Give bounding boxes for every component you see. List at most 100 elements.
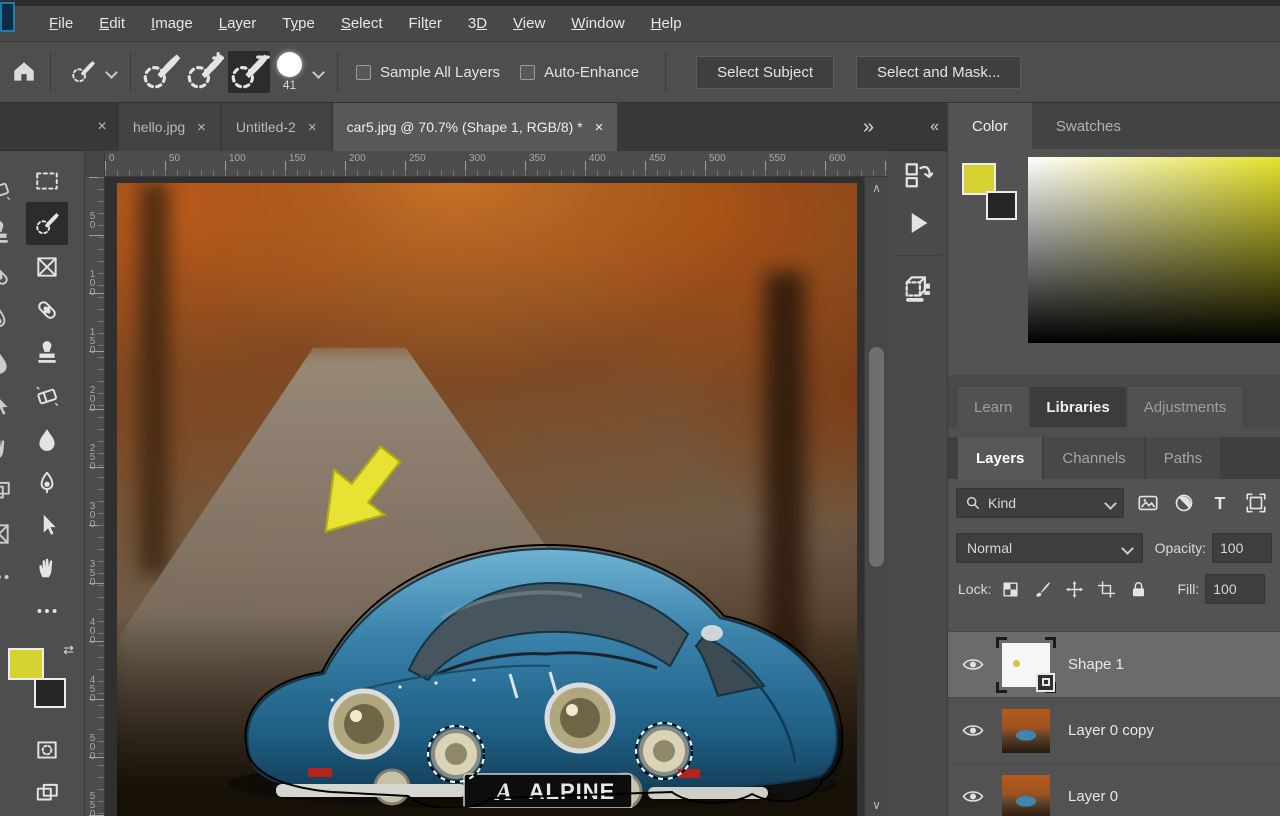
background-color-swatch[interactable]: [34, 678, 66, 708]
layer-name[interactable]: Shape 1: [1068, 656, 1124, 673]
close-icon[interactable]: ×: [85, 103, 119, 151]
menu-layer[interactable]: Layer: [206, 15, 270, 32]
frame-tool[interactable]: [26, 245, 68, 288]
menu-window[interactable]: Window: [558, 15, 637, 32]
swap-colors-icon[interactable]: ⇄: [63, 642, 74, 658]
spot-healing-brush-tool[interactable]: [26, 288, 68, 331]
hand-tool[interactable]: [26, 546, 68, 589]
close-icon[interactable]: ×: [308, 119, 317, 136]
quick-mask-icon[interactable]: [26, 728, 68, 771]
path-selection-tool[interactable]: [26, 503, 68, 546]
layer-visibility-eye-icon[interactable]: [956, 723, 990, 738]
opacity-label: Opacity:: [1154, 540, 1206, 556]
clipped-tool-icon: [0, 427, 15, 470]
document-tab[interactable]: hello.jpg ×: [119, 103, 220, 151]
tab-channels[interactable]: Channels: [1044, 437, 1144, 479]
select-and-mask-button[interactable]: Select and Mask...: [856, 55, 1022, 89]
ruler-origin-corner[interactable]: [85, 151, 105, 177]
layer-thumbnail[interactable]: [998, 771, 1054, 816]
subtract-from-selection-brush-icon[interactable]: [228, 51, 270, 93]
fill-input[interactable]: 100: [1205, 574, 1266, 604]
adjustment-filter-icon[interactable]: [1172, 491, 1196, 515]
foreground-color-swatch[interactable]: [8, 648, 44, 680]
clone-stamp-tool[interactable]: [26, 331, 68, 374]
3d-panel-icon[interactable]: [888, 264, 947, 312]
layer-row[interactable]: Shape 1: [948, 632, 1280, 698]
layer-filter-kind-select[interactable]: Kind: [956, 488, 1124, 518]
layer-row[interactable]: Layer 0 copy: [948, 698, 1280, 764]
lock-all-icon[interactable]: [1125, 578, 1151, 600]
tab-adjustments[interactable]: Adjustments: [1127, 387, 1243, 427]
sample-all-layers-checkbox[interactable]: Sample All Layers: [356, 64, 500, 81]
add-to-selection-brush-icon[interactable]: [184, 51, 226, 93]
menu-filter[interactable]: Filter: [396, 15, 455, 32]
rectangular-marquee-tool[interactable]: [26, 159, 68, 202]
lock-artboard-icon[interactable]: [1093, 578, 1119, 600]
color-gradient-picker[interactable]: [1028, 157, 1280, 343]
menu-file[interactable]: File: [36, 15, 86, 32]
document-tab-active[interactable]: car5.jpg @ 70.7% (Shape 1, RGB/8) * ×: [332, 103, 618, 151]
blend-mode-select[interactable]: Normal: [956, 533, 1143, 563]
scroll-up-icon[interactable]: ∧: [865, 181, 888, 195]
screen-mode-icon[interactable]: [26, 771, 68, 814]
menu-select[interactable]: Select: [328, 15, 396, 32]
chevron-down-icon: [1120, 541, 1134, 555]
close-icon[interactable]: ×: [197, 119, 206, 136]
scrollbar-thumb[interactable]: [869, 347, 884, 567]
collapse-panels-icon[interactable]: «: [888, 103, 947, 151]
color-swatch-widget[interactable]: ⇄: [8, 642, 78, 712]
photoshop-app-icon[interactable]: [0, 2, 15, 32]
layer-row[interactable]: Layer 0: [948, 764, 1280, 816]
close-icon[interactable]: ×: [595, 119, 604, 136]
tool-preset-picker[interactable]: [59, 54, 122, 90]
auto-enhance-checkbox[interactable]: Auto-Enhance: [520, 64, 639, 81]
blend-mode-row: Normal Opacity: 100: [948, 527, 1280, 569]
kind-label: Kind: [988, 495, 1017, 511]
tab-layers[interactable]: Layers: [958, 437, 1043, 479]
tab-libraries[interactable]: Libraries: [1030, 387, 1126, 427]
layer-name[interactable]: Layer 0 copy: [1068, 722, 1154, 739]
document-tab[interactable]: Untitled-2 ×: [221, 103, 331, 151]
layer-visibility-eye-icon[interactable]: [956, 789, 990, 804]
layer-name[interactable]: Layer 0: [1068, 788, 1118, 805]
lock-transparency-icon[interactable]: [997, 578, 1023, 600]
menu-view[interactable]: View: [500, 15, 558, 32]
selection-brush-tool[interactable]: [26, 202, 68, 245]
menu-type[interactable]: Type: [269, 15, 328, 32]
more-tools[interactable]: [26, 589, 68, 632]
lock-pixels-icon[interactable]: [1029, 578, 1055, 600]
new-selection-brush-icon[interactable]: [140, 51, 182, 93]
lock-position-icon[interactable]: [1061, 578, 1087, 600]
eraser-tool[interactable]: [26, 374, 68, 417]
history-panel-icon[interactable]: [888, 151, 947, 199]
type-filter-icon[interactable]: T: [1208, 491, 1232, 515]
brush-size-picker[interactable]: 41: [277, 52, 325, 92]
pen-tool[interactable]: [26, 460, 68, 503]
tab-color[interactable]: Color: [948, 103, 1032, 149]
actions-panel-icon[interactable]: [888, 199, 947, 247]
menu-help[interactable]: Help: [638, 15, 695, 32]
shape-filter-icon[interactable]: [1244, 491, 1268, 515]
menu-edit[interactable]: Edit: [86, 15, 138, 32]
opacity-input[interactable]: 100: [1212, 533, 1272, 563]
document-canvas[interactable]: A ALPINE: [117, 183, 857, 816]
layer-thumbnail[interactable]: [998, 705, 1054, 757]
tab-swatches[interactable]: Swatches: [1032, 103, 1145, 149]
tab-learn[interactable]: Learn: [958, 387, 1029, 427]
vertical-scrollbar[interactable]: ∧ ∨: [864, 177, 888, 816]
tab-paths[interactable]: Paths: [1145, 437, 1221, 479]
ruler-label: 100: [229, 153, 246, 164]
select-subject-button[interactable]: Select Subject: [696, 55, 835, 89]
background-color-swatch[interactable]: [986, 191, 1017, 220]
tab-overflow-icon[interactable]: »: [847, 103, 888, 151]
layer-thumbnail[interactable]: [996, 636, 1056, 693]
blur-tool[interactable]: [26, 417, 68, 460]
color-panel-body: [948, 149, 1280, 375]
selection-brush-icon: [65, 54, 101, 90]
home-icon[interactable]: [6, 54, 42, 90]
menu-3d[interactable]: 3D: [455, 15, 500, 32]
layer-visibility-eye-icon[interactable]: [956, 657, 990, 672]
menu-image[interactable]: Image: [138, 15, 206, 32]
image-filter-icon[interactable]: [1136, 491, 1160, 515]
scroll-down-icon[interactable]: ∨: [865, 798, 888, 812]
